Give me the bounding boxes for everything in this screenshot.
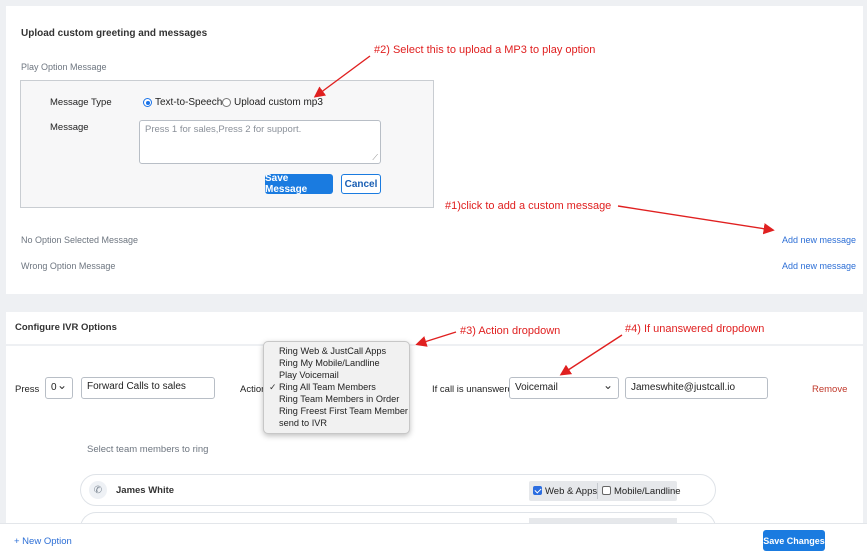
phone-icon: ✆ (89, 481, 107, 499)
save-changes-button[interactable]: Save Changes (763, 530, 825, 551)
message-placeholder: Press 1 for sales,Press 2 for support. (145, 124, 302, 135)
radio-tts-label: Text-to-Speech (155, 97, 223, 108)
radio-selected-icon (143, 98, 152, 107)
remove-link[interactable]: Remove (812, 384, 847, 395)
checkbox-unchecked-icon (602, 486, 611, 495)
cancel-button[interactable]: Cancel (341, 174, 381, 194)
footer-bar (0, 523, 867, 559)
annotation-4: #4) If unanswered dropdown (625, 323, 765, 335)
press-select[interactable]: 0 (45, 377, 73, 399)
message-textarea[interactable]: Press 1 for sales,Press 2 for support. ⟋ (139, 120, 381, 164)
action-option[interactable]: send to IVR (279, 418, 327, 428)
web-apps-checkbox[interactable]: Web & Apps (533, 486, 597, 497)
web-apps-label: Web & Apps (545, 486, 598, 497)
annotation-2: #2) Select this to upload a MP3 to play … (374, 44, 596, 56)
press-label: Press (15, 384, 40, 395)
greeting-section-title: Upload custom greeting and messages (21, 28, 208, 39)
team-member-name: James White (116, 485, 175, 496)
mobile-landline-checkbox[interactable]: Mobile/Landline (602, 486, 681, 497)
action-option[interactable]: Play Voicemail (279, 370, 339, 380)
team-members-label: Select team members to ring (87, 444, 209, 455)
unanswered-value: Voicemail (515, 382, 558, 393)
radio-unselected-icon (222, 98, 231, 107)
mobile-landline-label: Mobile/Landline (614, 486, 681, 497)
unanswered-select[interactable]: Voicemail (509, 377, 619, 399)
action-option[interactable]: Ring Team Members in Order (279, 394, 399, 404)
radio-upload-mp3[interactable]: Upload custom mp3 (222, 97, 323, 108)
annotation-1: #1)click to add a custom message (445, 200, 612, 212)
add-new-message-link-2[interactable]: Add new message (782, 261, 856, 271)
action-option[interactable]: Ring Web & JustCall Apps (279, 346, 386, 356)
option-description-input[interactable]: Forward Calls to sales (81, 377, 215, 399)
action-option-selected[interactable]: Ring All Team Members (279, 382, 376, 392)
radio-text-to-speech[interactable]: Text-to-Speech (143, 97, 222, 108)
checkbox-checked-icon (533, 486, 542, 495)
voicemail-email-input[interactable]: Jameswhite@justcall.io (625, 377, 768, 399)
new-option-link[interactable]: + New Option (14, 536, 72, 547)
unanswered-label: If call is unanswerd (432, 384, 513, 395)
no-option-label: No Option Selected Message (21, 235, 139, 245)
annotation-3: #3) Action dropdown (460, 325, 561, 337)
wrong-option-label: Wrong Option Message (21, 261, 116, 271)
action-option[interactable]: Ring Freest First Team Member (279, 406, 408, 416)
resize-grip-icon: ⟋ (372, 153, 378, 162)
voicemail-email-value: Jameswhite@justcall.io (631, 382, 736, 393)
action-dropdown-menu[interactable]: Ring Web & JustCall Apps Ring My Mobile/… (263, 341, 410, 434)
radio-mp3-label: Upload custom mp3 (234, 97, 323, 108)
action-option[interactable]: Ring My Mobile/Landline (279, 358, 380, 368)
message-type-label: Message Type (50, 97, 112, 108)
play-option-label: Play Option Message (21, 62, 107, 72)
checkmark-icon: ✓ (269, 382, 277, 392)
message-label: Message (50, 122, 89, 133)
ivr-section-title: Configure IVR Options (15, 322, 117, 333)
press-value: 0 (51, 382, 57, 393)
ring-method-divider (597, 483, 598, 499)
option-description-value: Forward Calls to sales (87, 381, 186, 392)
add-new-message-link-1[interactable]: Add new message (782, 235, 856, 245)
save-message-button[interactable]: Save Message (265, 173, 333, 195)
